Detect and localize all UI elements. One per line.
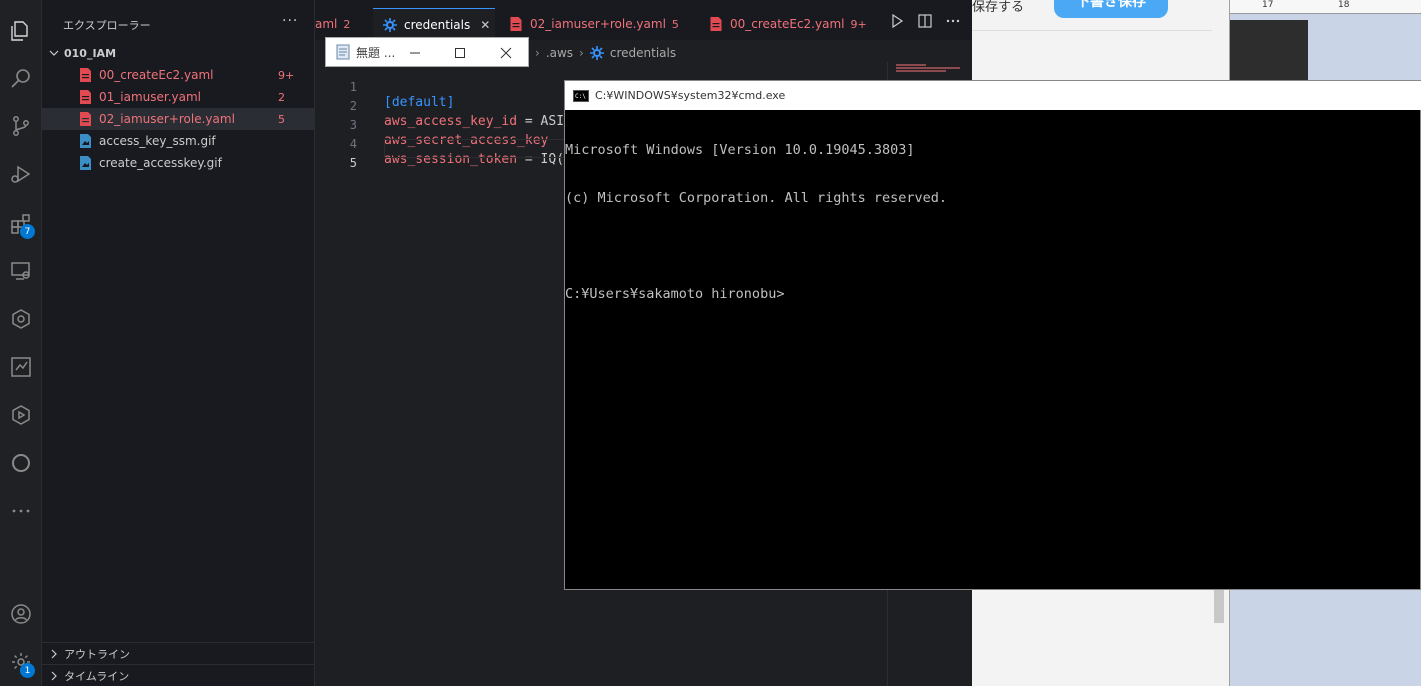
- cmd-line: Microsoft Windows [Version 10.0.19045.38…: [565, 142, 915, 158]
- breadcrumb: › .aws › credentials: [535, 44, 676, 62]
- tab-iamuser-role[interactable]: 02_iamuser+role.yaml 5: [499, 8, 695, 40]
- tab-label: 00_createEc2.yaml: [730, 17, 845, 31]
- ruler-mark: 18: [1338, 0, 1350, 10]
- cmd-title-bar[interactable]: C:\ C:¥WINDOWS¥system32¥cmd.exe: [565, 81, 1421, 110]
- gear-file-icon: [383, 17, 397, 32]
- gear-file-icon: [589, 46, 604, 60]
- yaml-file-icon: [80, 68, 91, 82]
- yaml-file-icon: [80, 112, 91, 126]
- run-debug-icon[interactable]: [0, 154, 42, 194]
- tab-badge: 2: [343, 17, 351, 31]
- testing-icon[interactable]: [0, 347, 42, 387]
- problem-count-badge: 5: [278, 112, 285, 126]
- problem-count-badge: 2: [278, 90, 285, 104]
- account-icon[interactable]: [0, 594, 42, 634]
- chevron-right-icon: [51, 649, 57, 658]
- cmd-title: C:¥WINDOWS¥system32¥cmd.exe: [595, 89, 786, 102]
- minimize-button[interactable]: [406, 44, 424, 62]
- tab-bar: aml 2 credentials ✕ 02_iamuser+role.yaml…: [315, 0, 972, 40]
- cmd-line: (c) Microsoft Corporation. All rights re…: [565, 190, 948, 206]
- extensions-badge: 7: [20, 224, 35, 239]
- explorer-more-button[interactable]: ···: [282, 13, 298, 29]
- save-text: 保存する: [972, 0, 1025, 15]
- file-item-selected[interactable]: 02_iamuser+role.yaml 5: [42, 108, 314, 130]
- file-item[interactable]: access_key_ssm.gif: [42, 130, 314, 152]
- file-name: create_accesskey.gif: [99, 156, 222, 170]
- timeline-section[interactable]: タイムライン: [42, 664, 314, 686]
- close-button[interactable]: [497, 44, 515, 62]
- notepad-title: 無題 ...: [356, 45, 396, 60]
- file-item[interactable]: 00_createEc2.yaml 9+: [42, 64, 314, 86]
- maximize-button[interactable]: [451, 44, 469, 62]
- image-file-icon: [80, 156, 91, 170]
- timeline-label: タイムライン: [64, 669, 130, 683]
- file-name: 02_iamuser+role.yaml: [99, 112, 235, 126]
- yaml-file-icon: [80, 90, 91, 104]
- aws-toolkit-icon[interactable]: [0, 395, 42, 435]
- outline-section[interactable]: アウトライン: [42, 642, 314, 664]
- folder-row[interactable]: 010_IAM: [42, 44, 314, 62]
- notepad-window[interactable]: 無題 ...: [325, 37, 529, 67]
- settings-badge: 1: [20, 663, 35, 678]
- minimap-content: [896, 64, 960, 72]
- more-actions-icon[interactable]: [946, 14, 960, 28]
- cmd-output[interactable]: Microsoft Windows [Version 10.0.19045.38…: [565, 110, 947, 334]
- breadcrumb-separator: ›: [579, 46, 584, 60]
- tab-partial[interactable]: aml 2: [315, 8, 369, 40]
- file-name: 00_createEc2.yaml: [99, 68, 214, 82]
- more-views-icon[interactable]: [0, 491, 42, 531]
- chevron-right-icon: [51, 671, 57, 680]
- file-name: access_key_ssm.gif: [99, 134, 216, 148]
- save-draft-button[interactable]: 下書き保存: [1054, 0, 1168, 18]
- file-name: 01_iamuser.yaml: [99, 90, 202, 104]
- yaml-file-icon: [510, 17, 522, 31]
- kubernetes-icon[interactable]: [0, 299, 42, 339]
- source-control-icon[interactable]: [0, 106, 42, 146]
- divider: [972, 30, 1212, 31]
- tab-label: aml: [315, 17, 338, 31]
- chevron-down-icon: [49, 50, 59, 56]
- explorer-icon[interactable]: [0, 11, 42, 51]
- activity-bar: 7 1: [0, 0, 42, 686]
- document-image: [1230, 20, 1308, 80]
- cmd-icon: C:\: [573, 89, 589, 102]
- explorer-sidebar: エクスプローラー ··· 010_IAM 00_createEc2.yaml 9…: [42, 0, 315, 686]
- editor-actions: [890, 14, 960, 28]
- scrollbar-thumb[interactable]: [1214, 590, 1224, 623]
- amazon-q-icon[interactable]: [0, 443, 42, 483]
- outline-label: アウトライン: [64, 647, 130, 661]
- file-item[interactable]: 01_iamuser.yaml 2: [42, 86, 314, 108]
- tab-credentials[interactable]: credentials ✕: [373, 8, 495, 40]
- split-editor-icon[interactable]: [918, 14, 932, 28]
- tab-label: 02_iamuser+role.yaml: [530, 17, 666, 31]
- run-icon[interactable]: [890, 14, 904, 28]
- cmd-line: [565, 238, 947, 254]
- tab-close-icon[interactable]: ✕: [480, 18, 490, 32]
- settings-gear-icon[interactable]: [0, 642, 42, 682]
- tab-badge: 9+: [850, 17, 867, 31]
- svg-text:C:\: C:\: [575, 93, 586, 100]
- breadcrumb-file[interactable]: credentials: [610, 46, 676, 60]
- line-number: 5: [349, 156, 357, 170]
- folder-name: 010_IAM: [64, 46, 117, 60]
- file-item[interactable]: create_accesskey.gif: [42, 152, 314, 174]
- ruler: 17 18: [1230, 0, 1421, 14]
- remote-explorer-icon[interactable]: [0, 251, 42, 291]
- search-icon[interactable]: [0, 58, 42, 98]
- explorer-title: エクスプローラー: [63, 19, 151, 32]
- extensions-icon[interactable]: [0, 204, 42, 244]
- tab-create-ec2[interactable]: 00_createEc2.yaml 9+: [699, 8, 869, 40]
- notepad-icon: [336, 44, 350, 60]
- problem-count-badge: 9+: [278, 68, 295, 82]
- cmd-prompt: C:¥Users¥sakamoto hironobu>: [565, 286, 785, 302]
- tab-badge: 5: [671, 17, 679, 31]
- breadcrumb-folder[interactable]: .aws: [546, 46, 573, 60]
- ruler-mark: 17: [1262, 0, 1274, 10]
- yaml-file-icon: [710, 17, 722, 31]
- tab-label: credentials: [404, 17, 471, 32]
- breadcrumb-separator: ›: [535, 46, 540, 60]
- cmd-window[interactable]: C:\ C:¥WINDOWS¥system32¥cmd.exe Microsof…: [564, 80, 1421, 590]
- image-file-icon: [80, 134, 91, 148]
